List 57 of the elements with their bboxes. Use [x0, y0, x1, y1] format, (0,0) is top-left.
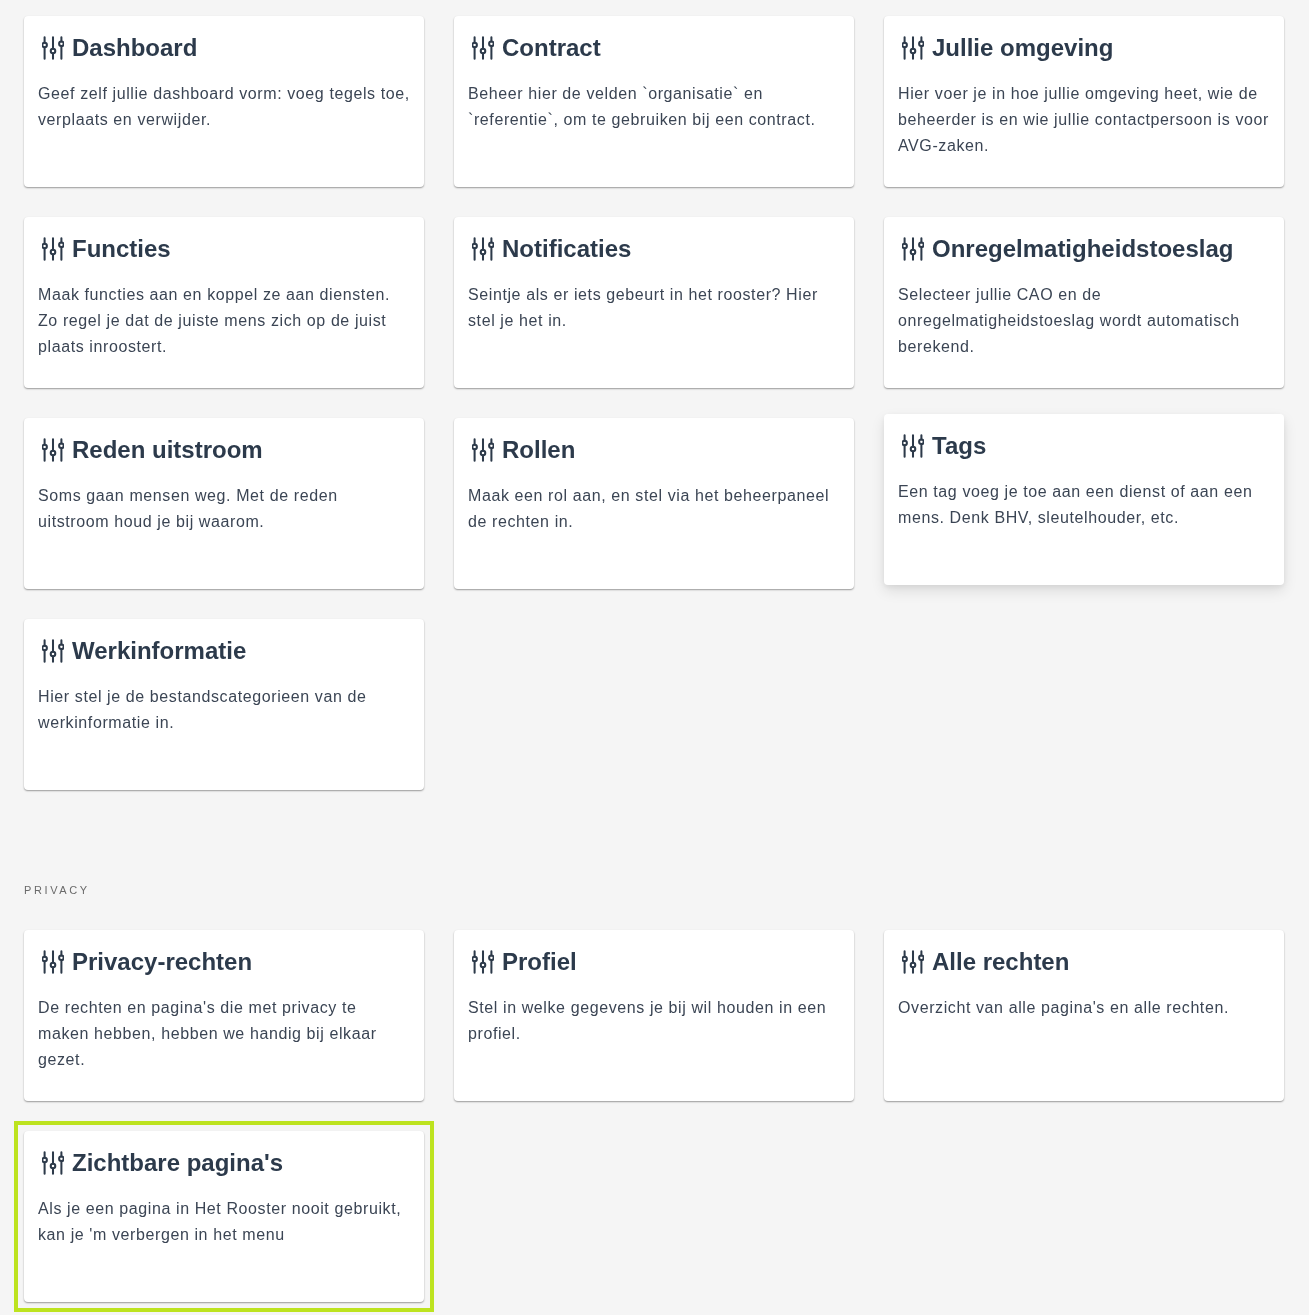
- settings-card[interactable]: Privacy-rechten De rechten en pagina's die met privacy te maken hebben, hebben we handig bij elkaar gezet.: [24, 930, 424, 1101]
- settings-card[interactable]: Rollen Maak een rol aan, en stel via het beheerpaneel de rechten in.: [454, 418, 854, 589]
- sliders-icon: [472, 438, 494, 462]
- card-title: Privacy-rechten: [72, 947, 253, 977]
- settings-card[interactable]: Reden uitstroom Soms gaan mensen weg. Met de reden uitstroom houd je bij waarom.: [24, 418, 424, 589]
- card-title: Rollen: [502, 435, 576, 465]
- sliders-icon: [902, 237, 924, 261]
- card-description: Hier voer je in hoe jullie omgeving heet, wie de beheerder is en wie jullie contactpersoon is voor AVG-zaken.: [898, 84, 1270, 156]
- sliders-icon: [42, 237, 64, 261]
- card-title: Profiel: [502, 947, 577, 977]
- card-title: Onregelmatigheidstoeslag: [932, 234, 1234, 264]
- sliders-icon: [42, 36, 64, 60]
- card-description: Maak functies aan en koppel ze aan diensten. Zo regel je dat de juiste mens zich op de juist plaats inroostert.: [38, 285, 391, 357]
- sliders-icon: [42, 1151, 64, 1175]
- card-description: Selecteer jullie CAO en de onregelmatigheidstoeslag wordt automatisch berekend.: [898, 285, 1241, 357]
- settings-card[interactable]: Notificaties Seintje als er iets gebeurt in het rooster? Hier stel je het in.: [454, 217, 854, 388]
- card-description: Geef zelf jullie dashboard vorm: voeg tegels toe, verplaats en verwijder.: [38, 84, 411, 130]
- card-title: Zichtbare pagina's: [72, 1148, 284, 1178]
- card-title: Werkinformatie: [72, 636, 247, 666]
- settings-card[interactable]: Dashboard Geef zelf jullie dashboard vorm: voeg tegels toe, verplaats en verwijder.: [24, 16, 424, 187]
- sliders-icon: [472, 36, 494, 60]
- settings-card[interactable]: Profiel Stel in welke gegevens je bij wil houden in een profiel.: [454, 930, 854, 1101]
- card-description: Seintje als er iets gebeurt in het rooster? Hier stel je het in.: [468, 285, 819, 331]
- sliders-icon: [902, 36, 924, 60]
- card-title: Notificaties: [502, 234, 632, 264]
- settings-card[interactable]: Werkinformatie Hier stel je de bestandscategorieen van de werkinformatie in.: [24, 619, 424, 790]
- section-heading: PRIVACY: [24, 883, 90, 897]
- sliders-icon: [472, 237, 494, 261]
- settings-card[interactable]: Zichtbare pagina's Als je een pagina in Het Rooster nooit gebruikt, kan je 'm verbergen in het menu: [24, 1131, 424, 1302]
- card-title: Dashboard: [72, 33, 198, 63]
- settings-card[interactable]: Contract Beheer hier de velden `organisatie` en `referentie`, om te gebruiken bij een contract.: [454, 16, 854, 187]
- card-description: Soms gaan mensen weg. Met de reden uitstroom houd je bij waarom.: [38, 486, 339, 532]
- card-description: Hier stel je de bestandscategorieen van de werkinformatie in.: [38, 687, 368, 733]
- sliders-icon: [42, 438, 64, 462]
- settings-card[interactable]: Jullie omgeving Hier voer je in hoe jullie omgeving heet, wie de beheerder is en wie jullie contactpersoon is voor AVG-zaken.: [884, 16, 1284, 187]
- sliders-icon: [902, 950, 924, 974]
- settings-card[interactable]: Functies Maak functies aan en koppel ze aan diensten. Zo regel je dat de juiste mens zich op de juist plaats inroostert.: [24, 217, 424, 388]
- card-title: Functies: [72, 234, 171, 264]
- card-title: Tags: [932, 431, 987, 461]
- card-description: Stel in welke gegevens je bij wil houden in een profiel.: [468, 998, 828, 1044]
- sliders-icon: [42, 639, 64, 663]
- card-description: Overzicht van alle pagina's en alle rechten.: [898, 998, 1230, 1018]
- card-description: De rechten en pagina's die met privacy te maken hebben, hebben we handig bij elkaar gezet.: [38, 998, 378, 1070]
- sliders-icon: [902, 434, 924, 458]
- card-description: Een tag voeg je toe aan een dienst of aan een mens. Denk BHV, sleutelhouder, etc.: [898, 482, 1254, 528]
- settings-card[interactable]: Alle rechten Overzicht van alle pagina's en alle rechten.: [884, 930, 1284, 1101]
- settings-card[interactable]: Tags Een tag voeg je toe aan een dienst of aan een mens. Denk BHV, sleutelhouder, etc.: [884, 414, 1284, 585]
- settings-card[interactable]: Onregelmatigheidstoeslag Selecteer jullie CAO en de onregelmatigheidstoeslag wordt automatisch berekend.: [884, 217, 1284, 388]
- card-description: Maak een rol aan, en stel via het beheerpaneel de rechten in.: [468, 486, 831, 532]
- sliders-icon: [42, 950, 64, 974]
- card-description: Beheer hier de velden `organisatie` en `referentie`, om te gebruiken bij een contract.: [468, 84, 817, 130]
- sliders-icon: [472, 950, 494, 974]
- card-title: Reden uitstroom: [72, 435, 263, 465]
- card-title: Alle rechten: [932, 947, 1070, 977]
- card-title: Contract: [502, 33, 601, 63]
- card-title: Jullie omgeving: [932, 33, 1114, 63]
- card-description: Als je een pagina in Het Rooster nooit gebruikt, kan je 'm verbergen in het menu: [38, 1199, 403, 1245]
